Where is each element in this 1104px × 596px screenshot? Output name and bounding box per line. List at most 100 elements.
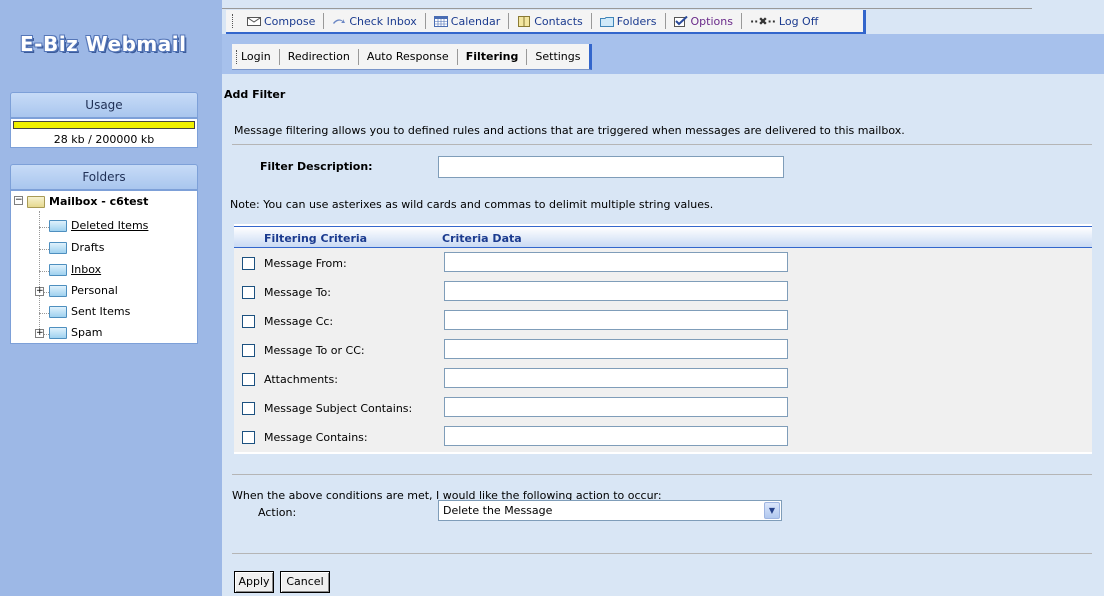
folder-root-label: Mailbox - c6test bbox=[49, 195, 149, 208]
log-off-label: Log Off bbox=[778, 14, 819, 28]
checkmark-icon bbox=[673, 15, 688, 27]
folder-item-personal[interactable]: Personal bbox=[49, 281, 118, 301]
tab-auto-response[interactable]: Auto Response bbox=[359, 48, 458, 65]
wildcard-note: Note: You can use asterixes as wild card… bbox=[230, 198, 714, 211]
contacts-label: Contacts bbox=[534, 14, 583, 28]
message-to-checkbox[interactable] bbox=[242, 286, 255, 299]
message-from-checkbox[interactable] bbox=[242, 257, 255, 270]
expand-spam-button[interactable]: + bbox=[35, 329, 44, 338]
expand-personal-button[interactable]: + bbox=[35, 287, 44, 296]
calendar-icon bbox=[433, 15, 448, 27]
usage-panel: 28 kb / 200000 kb bbox=[10, 118, 198, 148]
deleted-items-folder-icon bbox=[49, 220, 67, 232]
compose-button[interactable]: Compose bbox=[239, 13, 325, 29]
inbox-folder-icon bbox=[49, 264, 67, 276]
check-inbox-arrow-icon bbox=[333, 18, 346, 24]
criteria-data-header: Criteria Data bbox=[442, 232, 522, 245]
main-area: Compose Check Inbox Calendar Contacts Fo… bbox=[222, 0, 1104, 596]
criteria-label: Attachments: bbox=[264, 373, 338, 386]
criteria-table: Filtering Criteria Criteria Data Message… bbox=[234, 224, 1092, 454]
usage-text: 28 kb / 200000 kb bbox=[53, 133, 155, 146]
folder-icon bbox=[49, 285, 67, 297]
message-cc-input[interactable] bbox=[444, 310, 788, 330]
contacts-button[interactable]: Contacts bbox=[509, 13, 592, 29]
criteria-label: Message Cc: bbox=[264, 315, 334, 328]
attachments-checkbox[interactable] bbox=[242, 373, 255, 386]
divider bbox=[232, 474, 1092, 475]
contacts-book-icon bbox=[518, 15, 531, 27]
folder-label: Drafts bbox=[71, 241, 105, 254]
filtering-criteria-header: Filtering Criteria bbox=[264, 232, 368, 245]
apply-button[interactable]: Apply bbox=[234, 571, 274, 593]
calendar-button[interactable]: Calendar bbox=[426, 13, 510, 29]
log-off-x-icon: ··✖·· bbox=[749, 14, 776, 28]
divider bbox=[232, 144, 1092, 145]
folder-root[interactable]: Mailbox - c6test bbox=[27, 192, 148, 212]
tab-login[interactable]: Login bbox=[239, 48, 280, 65]
filter-description-input[interactable] bbox=[438, 156, 784, 178]
top-divider bbox=[222, 8, 1032, 9]
chevron-down-icon[interactable]: ▼ bbox=[764, 502, 780, 519]
message-from-input[interactable] bbox=[444, 252, 788, 272]
tab-redirection[interactable]: Redirection bbox=[280, 48, 359, 65]
cancel-button[interactable]: Cancel bbox=[280, 571, 330, 593]
folder-label: Personal bbox=[71, 284, 118, 297]
criteria-row-message-from: Message From: bbox=[234, 248, 1092, 278]
criteria-row-message-to: Message To: bbox=[234, 277, 1092, 307]
divider bbox=[232, 553, 1092, 554]
action-select[interactable]: Delete the Message ▼ bbox=[438, 500, 782, 521]
criteria-row-subject-contains: Message Subject Contains: bbox=[234, 393, 1092, 423]
message-to-or-cc-checkbox[interactable] bbox=[242, 344, 255, 357]
folders-header: Folders bbox=[10, 164, 198, 190]
criteria-row-attachments: Attachments: bbox=[234, 364, 1092, 394]
criteria-label: Message Contains: bbox=[264, 431, 368, 444]
tab-filtering[interactable]: Filtering bbox=[458, 48, 528, 65]
folder-icon bbox=[599, 16, 614, 27]
folder-label: Sent Items bbox=[71, 305, 131, 318]
criteria-table-header: Filtering Criteria Criteria Data bbox=[234, 226, 1092, 248]
options-button[interactable]: Options bbox=[666, 13, 742, 29]
check-inbox-button[interactable]: Check Inbox bbox=[324, 13, 426, 29]
folder-label: Spam bbox=[71, 326, 103, 339]
folder-item-deleted-items[interactable]: Deleted Items bbox=[49, 216, 148, 236]
message-to-input[interactable] bbox=[444, 281, 788, 301]
message-contains-input[interactable] bbox=[444, 426, 788, 446]
message-cc-checkbox[interactable] bbox=[242, 315, 255, 328]
folder-label: Inbox bbox=[71, 263, 102, 276]
message-to-or-cc-input[interactable] bbox=[444, 339, 788, 359]
folder-item-sent-items[interactable]: Sent Items bbox=[49, 302, 130, 322]
folder-item-drafts[interactable]: Drafts bbox=[49, 238, 104, 258]
filter-form: Add Filter Message filtering allows you … bbox=[222, 74, 1104, 596]
options-label: Options bbox=[690, 14, 733, 28]
collapse-mailbox-button[interactable]: − bbox=[14, 196, 23, 205]
log-off-button[interactable]: ··✖·· Log Off bbox=[742, 13, 826, 29]
criteria-row-message-cc: Message Cc: bbox=[234, 306, 1092, 336]
subject-contains-input[interactable] bbox=[444, 397, 788, 417]
calendar-label: Calendar bbox=[450, 14, 501, 28]
check-inbox-label: Check Inbox bbox=[349, 14, 417, 28]
folder-item-spam[interactable]: Spam bbox=[49, 323, 102, 343]
folder-icon bbox=[49, 327, 67, 339]
folder-tree: − Mailbox - c6test Deleted Items Drafts … bbox=[10, 190, 198, 344]
compose-icon bbox=[247, 16, 261, 26]
folder-label: Deleted Items bbox=[71, 219, 149, 232]
folder-icon bbox=[49, 306, 67, 318]
criteria-rows: Message From: Message To: Message Cc: Me… bbox=[234, 248, 1092, 452]
criteria-row-message-to-or-cc: Message To or CC: bbox=[234, 335, 1092, 365]
app-logo: E-Biz Webmail bbox=[20, 32, 187, 56]
open-folder-icon bbox=[27, 196, 45, 208]
folders-button[interactable]: Folders bbox=[592, 13, 666, 29]
main-toolbar: Compose Check Inbox Calendar Contacts Fo… bbox=[226, 10, 866, 34]
criteria-label: Message To or CC: bbox=[264, 344, 365, 357]
message-contains-checkbox[interactable] bbox=[242, 431, 255, 444]
folder-item-inbox[interactable]: Inbox bbox=[49, 260, 101, 280]
subject-contains-checkbox[interactable] bbox=[242, 402, 255, 415]
action-selected-value: Delete the Message bbox=[443, 504, 553, 517]
criteria-label: Message Subject Contains: bbox=[264, 402, 413, 415]
drafts-folder-icon bbox=[49, 242, 67, 254]
page-title: Add Filter bbox=[224, 88, 286, 101]
tab-settings[interactable]: Settings bbox=[527, 49, 588, 65]
filter-description-label: Filter Description: bbox=[260, 160, 373, 173]
usage-header: Usage bbox=[10, 92, 198, 118]
attachments-input[interactable] bbox=[444, 368, 788, 388]
